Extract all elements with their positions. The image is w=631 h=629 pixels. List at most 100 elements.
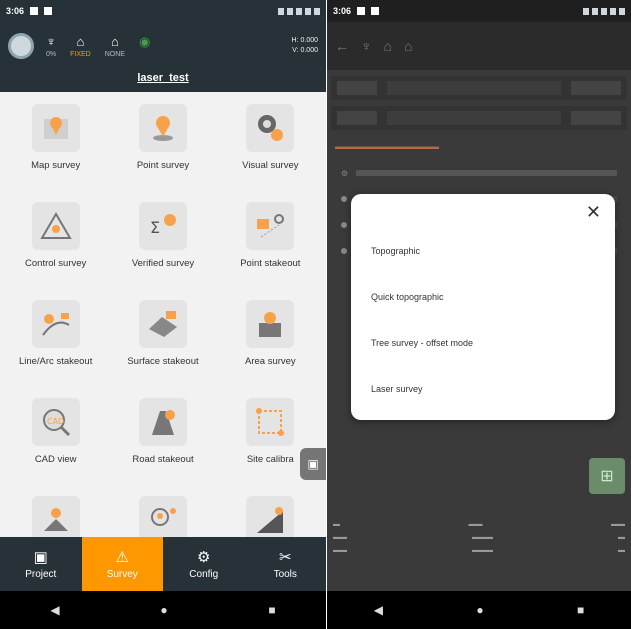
option-topographic[interactable]: Topographic <box>371 246 420 256</box>
tile-label: Visual survey <box>242 160 299 171</box>
notification-icon <box>44 7 53 15</box>
tile-label: Site calibra <box>246 454 294 465</box>
nav-label: Survey <box>106 569 138 580</box>
tile-label: Point survey <box>136 160 190 171</box>
avatar[interactable] <box>8 33 34 59</box>
status-item[interactable]: ◉ <box>139 34 150 58</box>
tile-label: Control survey <box>25 258 87 269</box>
base-icon: ⌂ <box>383 38 392 54</box>
dimmed-data-table: ▬ ▬▬ ▬▬ ▬▬ ▬▬▬ ▬ ▬▬ ▬▬▬ ▬ <box>333 521 625 554</box>
status-item[interactable]: ⌂ FIXED <box>70 34 91 58</box>
tile-label: Surface stakeout <box>127 356 199 367</box>
survey-icon: ⚠ <box>115 549 129 566</box>
tile-map-survey[interactable]: Map survey <box>2 98 109 190</box>
status-item[interactable]: ⌂ NONE <box>105 34 125 58</box>
home-icon[interactable]: ● <box>476 603 483 617</box>
option-quick-topographic[interactable]: Quick topographic <box>371 292 444 302</box>
tile-label: Point stakeout <box>240 258 301 269</box>
tile-label: Line/Arc stakeout <box>18 356 93 367</box>
nav-label: Project <box>25 569 57 580</box>
nav-tools[interactable]: ✂ Tools <box>245 537 327 591</box>
tile-point-survey[interactable]: Point survey <box>109 98 216 190</box>
survey-mode-dialog: ✕ Topographic Quick topographic Tree sur… <box>351 194 615 420</box>
site-calibration-icon <box>246 398 295 446</box>
nav-project[interactable]: ▣ Project <box>0 537 82 591</box>
system-icons <box>278 7 320 15</box>
back-arrow-icon: ← <box>335 38 349 54</box>
chevron-icon: ▣ <box>307 457 319 471</box>
right-screen: 3:06 ← ♆ ⌂ ⌂ ▬▬▬▬▬▬▬▬▬▬▬▬▬ ⚙ ⊞ ▬ ▬▬ ▬▬ ▬▬ ▬… <box>327 0 631 629</box>
status-label: NONE <box>104 51 125 58</box>
project-icon: ▣ <box>33 549 48 566</box>
coordinates-readout: H: 0.000 V: 0.000 <box>292 36 318 56</box>
rover-icon: ⌂ <box>110 34 119 49</box>
nav-label: Tools <box>273 569 297 580</box>
system-icons <box>583 7 625 15</box>
signal-icon: ◉ <box>138 34 151 49</box>
gear-icon: ⚙ <box>341 168 349 178</box>
back-icon[interactable]: ◀ <box>374 603 383 617</box>
tile-point-stakeout[interactable]: Point stakeout <box>217 196 324 288</box>
status-time: 3:06 <box>6 6 25 16</box>
network-icon: ⊞ <box>600 468 614 485</box>
tile-surface-stakeout[interactable]: Surface stakeout <box>109 294 216 386</box>
home-icon[interactable]: ● <box>160 603 167 617</box>
gnss-status-group[interactable]: ♆ 0% ⌂ FIXED ⌂ NONE ◉ <box>46 34 150 58</box>
tile-label: Map survey <box>31 160 81 171</box>
tile-area-survey[interactable]: Area survey <box>217 294 324 386</box>
nav-label: Config <box>189 569 219 580</box>
svg-text:CAD: CAD <box>47 417 64 426</box>
side-panel-handle[interactable]: ▣ <box>300 448 326 480</box>
dimmed-warning-text: ▬▬▬▬▬▬▬▬▬▬▬▬▬ <box>335 142 439 151</box>
status-item[interactable]: ♆ 0% <box>46 34 56 58</box>
back-icon[interactable]: ◀ <box>50 603 59 617</box>
recents-icon[interactable]: ■ <box>577 603 584 617</box>
tile-road-stakeout[interactable]: Road stakeout <box>109 392 216 484</box>
control-survey-icon <box>31 202 80 250</box>
v-precision: V: 0.000 <box>292 47 318 54</box>
config-icon: ⚙ <box>197 549 211 566</box>
option-laser-survey[interactable]: Laser survey <box>371 384 423 394</box>
rover-icon: ⌂ <box>403 38 413 54</box>
line-arc-stakeout-icon <box>31 300 80 348</box>
bottom-navigation: ▣ Project ⚠ Survey ⚙ Config ✂ Tools <box>0 537 326 591</box>
tile-label: Road stakeout <box>132 454 194 465</box>
option-tree-survey-offset[interactable]: Tree survey - offset mode <box>371 338 473 348</box>
map-survey-icon <box>31 104 80 152</box>
cad-view-icon: CAD <box>31 398 80 446</box>
tile-label: Verified survey <box>131 258 195 269</box>
tile-verified-survey[interactable]: Σ Verified survey <box>109 196 216 288</box>
base-icon: ⌂ <box>76 34 85 49</box>
recents-icon[interactable]: ■ <box>268 603 275 617</box>
close-icon[interactable]: ✕ <box>586 202 601 223</box>
point-stakeout-icon <box>246 202 295 250</box>
tile-label: Area survey <box>244 356 296 367</box>
status-label: FIXED <box>70 51 91 58</box>
tile-visual-survey[interactable]: Visual survey <box>217 98 324 190</box>
tile-label: CAD view <box>34 454 77 465</box>
app-bar: ♆ 0% ⌂ FIXED ⌂ NONE ◉ H: 0.000 V: 0.000 laser_… <box>0 22 326 92</box>
status-time: 3:06 <box>333 6 352 16</box>
visual-survey-icon <box>246 104 295 152</box>
satellite-icon: ♆ <box>361 38 372 54</box>
tile-control-survey[interactable]: Control survey <box>2 196 109 288</box>
verified-survey-icon: Σ <box>138 202 187 250</box>
project-name[interactable]: laser_test <box>0 72 326 84</box>
satellite-icon: ♆ <box>46 34 56 49</box>
system-navigation-bar: ◀ ● ■ <box>327 591 631 629</box>
notification-icon <box>30 7 39 15</box>
nav-config[interactable]: ⚙ Config <box>163 537 245 591</box>
left-screen: 3:06 ♆ 0% ⌂ FIXED ⌂ NONE ◉ H: 0.000 V: 0.000 l… <box>0 0 326 629</box>
dimmed-action-button: ⊞ <box>589 458 625 494</box>
tile-line-arc-stakeout[interactable]: Line/Arc stakeout <box>2 294 109 386</box>
dimmed-settings-row: ⚙ <box>341 163 617 183</box>
surface-stakeout-icon <box>138 300 187 348</box>
status-bar: 3:06 <box>327 0 631 22</box>
road-stakeout-icon <box>138 398 187 446</box>
dimmed-toolbar <box>331 76 627 100</box>
nav-survey[interactable]: ⚠ Survey <box>81 537 163 591</box>
tile-cad-view[interactable]: CAD CAD view <box>2 392 109 484</box>
dimmed-toolbar <box>331 106 627 130</box>
status-bar: 3:06 <box>0 0 326 22</box>
survey-function-grid: Map survey Point survey Visual survey Contr… <box>0 92 326 582</box>
